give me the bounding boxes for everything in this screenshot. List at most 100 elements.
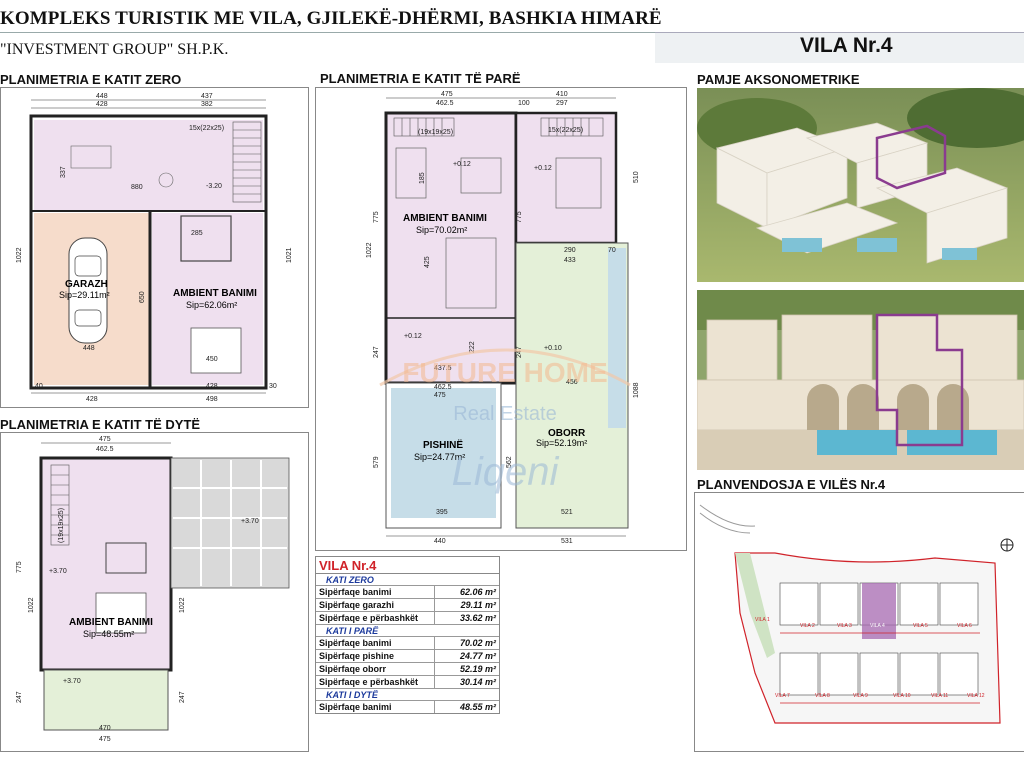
- first-living-name: AMBIENT BANIMI: [403, 213, 487, 224]
- row-key: Sipërfaqe banimi: [316, 586, 435, 598]
- site-label-vila-1: VILA 1: [755, 617, 770, 623]
- dim-285: 285: [191, 230, 203, 237]
- dim-410-top: 410: [556, 91, 568, 98]
- north-icon: [1000, 538, 1014, 552]
- dim-880: 880: [131, 184, 143, 191]
- table-row: Sipërfaqe e përbashkët 30.14 m²: [316, 675, 499, 688]
- row-value: 33.62 m²: [459, 613, 496, 623]
- dim-4625-top: 462.5: [436, 100, 454, 107]
- villa-title: VILA Nr.4: [800, 34, 893, 57]
- row-value: 70.02 m²: [459, 638, 496, 648]
- row-value: 52.19 m²: [459, 664, 496, 674]
- dim-337: 337: [60, 166, 67, 178]
- row-value: 48.55 m²: [459, 702, 496, 712]
- dim-395: 395: [436, 509, 448, 516]
- row-key: Sipërfaqe oborr: [316, 663, 435, 675]
- dim-290: 290: [564, 247, 576, 254]
- first-floor-title: PLANIMETRIA E KATIT TË PARË: [320, 71, 521, 86]
- dim-30: 30: [269, 383, 277, 390]
- row-key: Sipërfaqe e përbashkët: [316, 612, 435, 624]
- dim-247-second-r: 247: [179, 691, 186, 703]
- dim-470: 470: [99, 725, 111, 732]
- row-value: 29.11 m²: [460, 600, 496, 610]
- table-row: Sipërfaqe banimi 62.06 m²: [316, 585, 499, 598]
- watermark-line2: Real Estate: [453, 403, 556, 425]
- level-roof: +3.70: [241, 518, 259, 525]
- watermark: FUTURE HOME Real Estate Liqeni: [340, 340, 670, 500]
- dim-1022-first: 1022: [366, 242, 373, 258]
- site-label-vila-11: VILA 11: [931, 693, 948, 699]
- row-value: 62.06 m²: [459, 587, 496, 597]
- dim-650: 650: [139, 291, 146, 303]
- second-stairs: (19x19x25): [58, 508, 65, 543]
- second-floor-plan: 475 462.5 +3.70 (19x19x25) +3.70 AMBIENT…: [0, 432, 309, 752]
- ground-living-name: AMBIENT BANIMI: [173, 288, 257, 299]
- company-name: "INVESTMENT GROUP" SH.P.K.: [0, 41, 229, 58]
- site-label-vila-8: VILA 8: [815, 693, 830, 699]
- first-stairs-a: (19x19x25): [418, 129, 453, 136]
- level-d: +0.12: [404, 333, 422, 340]
- garage-area: Sip=29.11m²: [59, 290, 110, 300]
- table-section-first: KATI I PARË: [316, 624, 499, 636]
- axonometric-render-front: [697, 290, 1024, 470]
- site-label-vila-7: VILA 7: [775, 693, 790, 699]
- dim-100-top: 100: [518, 100, 530, 107]
- table-row: Sipërfaqe banimi 70.02 m²: [316, 636, 499, 649]
- table-row: Sipërfaqe banimi 48.55 m²: [316, 700, 499, 713]
- row-value: 30.14 m²: [459, 677, 496, 687]
- watermark-line1: FUTURE HOME: [402, 357, 607, 388]
- table-row: Sipërfaqe pishine 24.77 m²: [316, 649, 499, 662]
- dim-775-first: 775: [373, 211, 380, 223]
- dim-448-inner: 448: [83, 345, 95, 352]
- villa-4-highlight: [862, 583, 896, 639]
- row-key: Sipërfaqe banimi: [316, 701, 435, 713]
- site-label-vila-12: VILA 12: [967, 693, 985, 699]
- site-label-vila-3: VILA 3: [837, 623, 852, 629]
- second-floor-title: PLANIMETRIA E KATIT TË DYTË: [0, 417, 201, 432]
- dim-1021-right: 1021: [286, 247, 293, 263]
- axonometric-title: PAMJE AKSONOMETRIKE: [697, 72, 860, 87]
- dim-382-top: 382: [201, 101, 213, 108]
- site-label-vila-2: VILA 2: [800, 623, 815, 629]
- garage-name: GARAZH: [65, 279, 108, 290]
- dim-531: 531: [561, 538, 573, 545]
- site-plan: VILA 1 VILA 2 VILA 3 VILA 4 VILA 5 VILA …: [694, 492, 1024, 752]
- site-label-vila-10: VILA 10: [893, 693, 911, 699]
- area-table: VILA Nr.4 KATI ZERO Sipërfaqe banimi 62.0…: [315, 556, 500, 714]
- row-key: Sipërfaqe e përbashkët: [316, 676, 435, 688]
- dim-510: 510: [633, 171, 640, 183]
- dim-428-bottom-r: 428: [206, 383, 218, 390]
- header-divider: [0, 32, 680, 33]
- table-section-second: KATI I DYTË: [316, 688, 499, 700]
- dim-185: 185: [419, 172, 426, 184]
- axonometric-render-aerial: [697, 88, 1024, 282]
- ground-floor-title: PLANIMETRIA E KATIT ZERO: [0, 72, 182, 87]
- dim-425: 425: [424, 256, 431, 268]
- first-living-area: Sip=70.02m²: [416, 225, 467, 235]
- level-second-b: +3.70: [63, 678, 81, 685]
- dim-498: 498: [206, 396, 218, 403]
- dim-475-top: 475: [441, 91, 453, 98]
- dim-448-top: 448: [96, 93, 108, 100]
- table-row: Sipërfaqe e përbashkët 33.62 m²: [316, 611, 499, 624]
- dim-247-second: 247: [16, 691, 23, 703]
- dim-433: 433: [564, 257, 576, 264]
- site-label-vila-4: VILA 4: [870, 623, 885, 629]
- site-label-vila-9: VILA 9: [853, 693, 868, 699]
- second-living-name: AMBIENT BANIMI: [69, 617, 153, 628]
- table-title: VILA Nr.4: [316, 557, 499, 574]
- row-key: Sipërfaqe banimi: [316, 637, 435, 649]
- level-a: +0.12: [453, 161, 471, 168]
- row-key: Sipërfaqe pishine: [316, 650, 435, 662]
- table-section-ground: KATI ZERO: [326, 575, 374, 585]
- table-row: Sipërfaqe oborr 52.19 m²: [316, 662, 499, 675]
- ground-stairs-label: 15x(22x25): [189, 125, 224, 132]
- watermark-line3: Liqeni: [452, 450, 560, 494]
- dim-440: 440: [434, 538, 446, 545]
- ground-living-area: Sip=62.06m²: [186, 300, 237, 310]
- level-b: +0.12: [534, 165, 552, 172]
- dim-1022-left: 1022: [16, 247, 23, 263]
- first-stairs-b: 15x(22x25): [548, 127, 583, 134]
- level-second-a: +3.70: [49, 568, 67, 575]
- dim-1022-second: 1022: [28, 597, 35, 613]
